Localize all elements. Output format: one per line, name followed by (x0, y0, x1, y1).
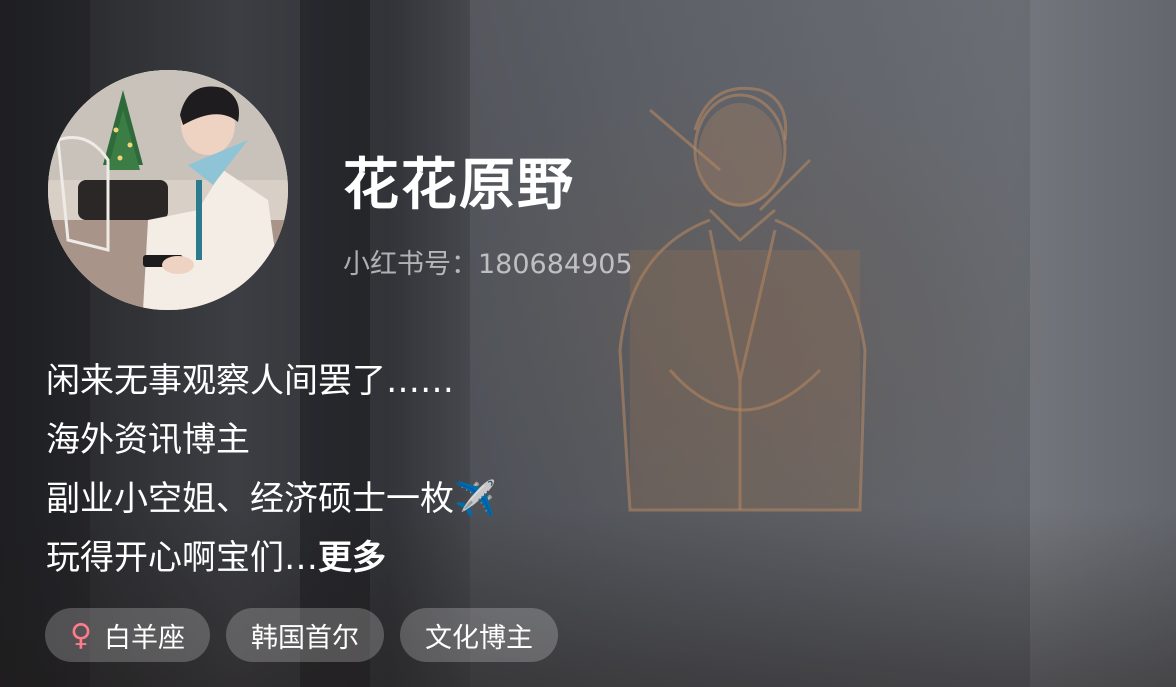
avatar-photo (48, 70, 288, 310)
bio[interactable]: 闲来无事观察人间罢了…… 海外资讯博主 副业小空姐、经济硕士一枚✈️ 玩得开心啊… (46, 352, 496, 588)
bio-more-link[interactable]: 更多 (318, 538, 386, 578)
bio-line: 海外资讯博主 (46, 420, 250, 460)
tag-category-label: 文化博主 (424, 622, 533, 654)
nickname: 花花原野 (343, 153, 575, 218)
tag-zodiac-label: 白羊座 (103, 622, 185, 654)
female-gender-icon: ♀ (70, 617, 92, 653)
tag-location[interactable]: 韩国首尔 (225, 608, 384, 662)
tag-zodiac[interactable]: ♀ 白羊座 (45, 608, 210, 662)
tag-location-label: 韩国首尔 (250, 622, 359, 654)
red-id[interactable]: 小红书号：180684905 (343, 242, 633, 281)
tag-category[interactable]: 文化博主 (399, 608, 558, 662)
avatar[interactable] (48, 70, 288, 310)
profile-tags: ♀ 白羊座 韩国首尔 文化博主 (45, 608, 558, 662)
bio-line-last: 玩得开心啊宝们…更多 (46, 529, 496, 588)
bio-line-text: 玩得开心啊宝们… (46, 538, 318, 578)
bio-line: 副业小空姐、经济硕士一枚✈️ (46, 479, 497, 519)
bio-line: 闲来无事观察人间罢了…… (46, 361, 454, 401)
